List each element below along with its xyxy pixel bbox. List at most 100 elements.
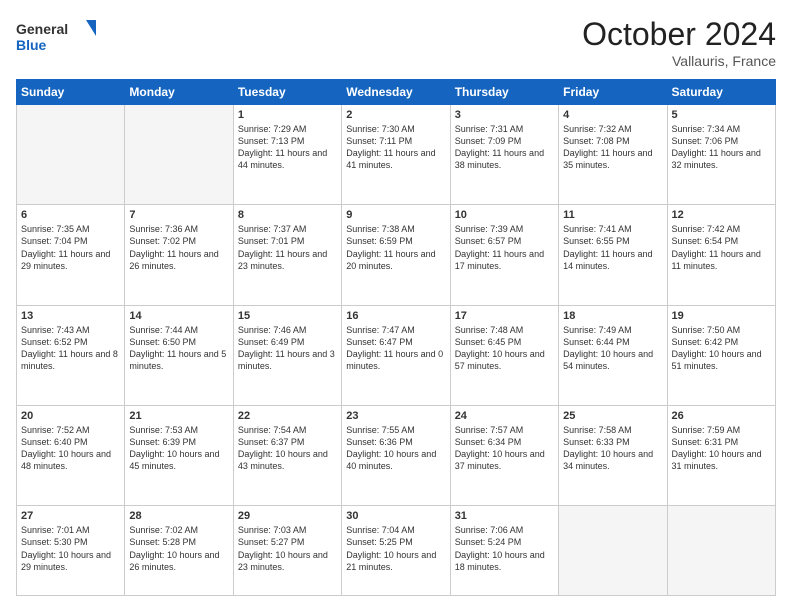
title-block: October 2024 Vallauris, France: [582, 16, 776, 69]
day-number: 20: [21, 410, 120, 422]
calendar-cell: 15Sunrise: 7:46 AMSunset: 6:49 PMDayligh…: [233, 305, 341, 405]
day-info: Sunrise: 7:48 AMSunset: 6:45 PMDaylight:…: [455, 324, 554, 373]
calendar-cell: [17, 105, 125, 205]
day-number: 19: [672, 310, 771, 322]
calendar-cell: 1 Sunrise: 7:29 AMSunset: 7:13 PMDaylight…: [233, 105, 341, 205]
day-number: 29: [238, 510, 337, 522]
day-number: 26: [672, 410, 771, 422]
calendar-cell: [667, 506, 775, 596]
day-info: Sunrise: 7:03 AMSunset: 5:27 PMDaylight:…: [238, 524, 337, 573]
title-location: Vallauris, France: [582, 53, 776, 69]
calendar-cell: 3 Sunrise: 7:31 AMSunset: 7:09 PMDaylight…: [450, 105, 558, 205]
header-wednesday: Wednesday: [342, 80, 450, 105]
calendar-cell: 13 Sunrise: 7:43 AMSunset: 6:52 PMDayligh…: [17, 305, 125, 405]
svg-text:General: General: [16, 21, 68, 37]
calendar-cell: 25 Sunrise: 7:58 AMSunset: 6:33 PMDayligh…: [559, 405, 667, 505]
calendar-cell: 7 Sunrise: 7:36 AMSunset: 7:02 PMDaylight…: [125, 205, 233, 305]
calendar-cell: 30 Sunrise: 7:04 AMSunset: 5:25 PMDayligh…: [342, 506, 450, 596]
day-number: 7: [129, 209, 228, 221]
day-info: Sunrise: 7:58 AMSunset: 6:33 PMDaylight:…: [563, 424, 662, 473]
day-info: Sunrise: 7:35 AMSunset: 7:04 PMDaylight:…: [21, 223, 120, 272]
day-info: Sunrise: 7:49 AMSunset: 6:44 PMDaylight:…: [563, 324, 662, 373]
calendar-cell: 20 Sunrise: 7:52 AMSunset: 6:40 PMDayligh…: [17, 405, 125, 505]
calendar-cell: 27 Sunrise: 7:01 AMSunset: 5:30 PMDayligh…: [17, 506, 125, 596]
day-number: 15: [238, 310, 337, 322]
day-info: Sunrise: 7:39 AMSunset: 6:57 PMDaylight:…: [455, 223, 554, 272]
day-number: 22: [238, 410, 337, 422]
day-number: 27: [21, 510, 120, 522]
calendar-cell: 26 Sunrise: 7:59 AMSunset: 6:31 PMDayligh…: [667, 405, 775, 505]
day-number: 1: [238, 109, 337, 121]
calendar-cell: 12Sunrise: 7:42 AMSunset: 6:54 PMDayligh…: [667, 205, 775, 305]
header-tuesday: Tuesday: [233, 80, 341, 105]
calendar-cell: 22 Sunrise: 7:54 AMSunset: 6:37 PMDayligh…: [233, 405, 341, 505]
day-info: Sunrise: 7:36 AMSunset: 7:02 PMDaylight:…: [129, 223, 228, 272]
calendar-header-row: Sunday Monday Tuesday Wednesday Thursday…: [17, 80, 776, 105]
header-sunday: Sunday: [17, 80, 125, 105]
day-info: Sunrise: 7:44 AMSunset: 6:50 PMDaylight:…: [129, 324, 228, 373]
day-number: 10: [455, 209, 554, 221]
day-info: Sunrise: 7:06 AMSunset: 5:24 PMDaylight:…: [455, 524, 554, 573]
header-monday: Monday: [125, 80, 233, 105]
calendar-cell: 29 Sunrise: 7:03 AMSunset: 5:27 PMDayligh…: [233, 506, 341, 596]
header-saturday: Saturday: [667, 80, 775, 105]
calendar-cell: 2Sunrise: 7:30 AMSunset: 7:11 PMDaylight…: [342, 105, 450, 205]
day-info: Sunrise: 7:38 AMSunset: 6:59 PMDaylight:…: [346, 223, 445, 272]
day-number: 24: [455, 410, 554, 422]
day-number: 21: [129, 410, 228, 422]
day-info: Sunrise: 7:47 AMSunset: 6:47 PMDaylight:…: [346, 324, 445, 373]
day-number: 2: [346, 109, 445, 121]
page: General Blue October 2024 Vallauris, Fra…: [0, 0, 792, 612]
day-number: 30: [346, 510, 445, 522]
calendar-cell: 8 Sunrise: 7:37 AMSunset: 7:01 PMDaylight…: [233, 205, 341, 305]
calendar-cell: 5 Sunrise: 7:34 AMSunset: 7:06 PMDaylight…: [667, 105, 775, 205]
calendar-table: Sunday Monday Tuesday Wednesday Thursday…: [16, 79, 776, 596]
calendar-cell: 21 Sunrise: 7:53 AMSunset: 6:39 PMDayligh…: [125, 405, 233, 505]
logo: General Blue: [16, 16, 96, 58]
calendar-cell: 14 Sunrise: 7:44 AMSunset: 6:50 PMDayligh…: [125, 305, 233, 405]
day-info: Sunrise: 7:50 AMSunset: 6:42 PMDaylight:…: [672, 324, 771, 373]
day-number: 17: [455, 310, 554, 322]
calendar-cell: 10 Sunrise: 7:39 AMSunset: 6:57 PMDayligh…: [450, 205, 558, 305]
day-info: Sunrise: 7:01 AMSunset: 5:30 PMDaylight:…: [21, 524, 120, 573]
day-info: Sunrise: 7:34 AMSunset: 7:06 PMDaylight:…: [672, 123, 771, 172]
day-number: 12: [672, 209, 771, 221]
day-info: Sunrise: 7:04 AMSunset: 5:25 PMDaylight:…: [346, 524, 445, 573]
calendar-cell: 24Sunrise: 7:57 AMSunset: 6:34 PMDayligh…: [450, 405, 558, 505]
day-number: 6: [21, 209, 120, 221]
day-number: 25: [563, 410, 662, 422]
calendar-cell: 28Sunrise: 7:02 AMSunset: 5:28 PMDayligh…: [125, 506, 233, 596]
day-info: Sunrise: 7:37 AMSunset: 7:01 PMDaylight:…: [238, 223, 337, 272]
calendar-cell: [125, 105, 233, 205]
calendar-cell: 18Sunrise: 7:49 AMSunset: 6:44 PMDayligh…: [559, 305, 667, 405]
calendar-cell: 6 Sunrise: 7:35 AMSunset: 7:04 PMDaylight…: [17, 205, 125, 305]
day-info: Sunrise: 7:59 AMSunset: 6:31 PMDaylight:…: [672, 424, 771, 473]
day-info: Sunrise: 7:43 AMSunset: 6:52 PMDaylight:…: [21, 324, 120, 373]
day-number: 16: [346, 310, 445, 322]
calendar-cell: 9 Sunrise: 7:38 AMSunset: 6:59 PMDaylight…: [342, 205, 450, 305]
day-number: 13: [21, 310, 120, 322]
calendar-cell: 31 Sunrise: 7:06 AMSunset: 5:24 PMDayligh…: [450, 506, 558, 596]
day-number: 8: [238, 209, 337, 221]
calendar-cell: 16 Sunrise: 7:47 AMSunset: 6:47 PMDayligh…: [342, 305, 450, 405]
calendar-cell: 4Sunrise: 7:32 AMSunset: 7:08 PMDaylight…: [559, 105, 667, 205]
day-info: Sunrise: 7:29 AMSunset: 7:13 PMDaylight:…: [238, 123, 337, 172]
header-thursday: Thursday: [450, 80, 558, 105]
logo-svg: General Blue: [16, 16, 96, 58]
day-number: 5: [672, 109, 771, 121]
day-number: 14: [129, 310, 228, 322]
day-number: 3: [455, 109, 554, 121]
calendar-cell: 19 Sunrise: 7:50 AMSunset: 6:42 PMDayligh…: [667, 305, 775, 405]
day-info: Sunrise: 7:31 AMSunset: 7:09 PMDaylight:…: [455, 123, 554, 172]
day-number: 31: [455, 510, 554, 522]
day-info: Sunrise: 7:53 AMSunset: 6:39 PMDaylight:…: [129, 424, 228, 473]
day-info: Sunrise: 7:32 AMSunset: 7:08 PMDaylight:…: [563, 123, 662, 172]
header: General Blue October 2024 Vallauris, Fra…: [16, 16, 776, 69]
title-month: October 2024: [582, 16, 776, 53]
day-info: Sunrise: 7:54 AMSunset: 6:37 PMDaylight:…: [238, 424, 337, 473]
day-info: Sunrise: 7:55 AMSunset: 6:36 PMDaylight:…: [346, 424, 445, 473]
day-info: Sunrise: 7:52 AMSunset: 6:40 PMDaylight:…: [21, 424, 120, 473]
day-number: 23: [346, 410, 445, 422]
day-number: 9: [346, 209, 445, 221]
day-info: Sunrise: 7:02 AMSunset: 5:28 PMDaylight:…: [129, 524, 228, 573]
